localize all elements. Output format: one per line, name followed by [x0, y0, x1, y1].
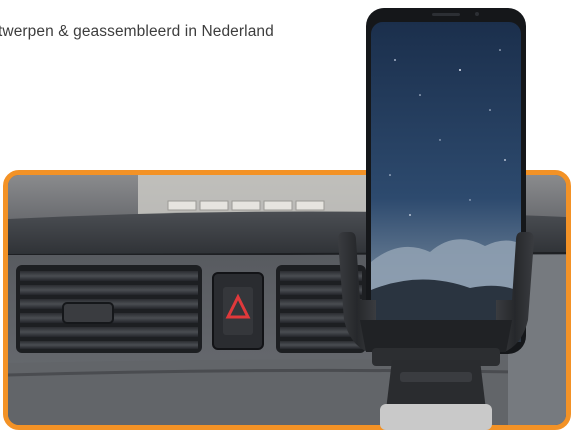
vent-knob [62, 302, 114, 324]
screen-button [231, 200, 261, 211]
phone-speaker [432, 13, 460, 16]
screen-button [167, 200, 197, 211]
phone-camera [475, 12, 479, 16]
screen-button [295, 200, 325, 211]
screen-button [263, 200, 293, 211]
hazard-button [212, 272, 264, 350]
left-air-vent [16, 265, 202, 353]
right-panel [508, 255, 566, 425]
dashboard-photo-frame [3, 170, 571, 430]
product-image-stage: twerpen & geassembleerd in Nederland [0, 0, 574, 435]
dashboard-brow [8, 211, 566, 255]
screen-button [199, 200, 229, 211]
dashboard-photo [8, 175, 566, 425]
tagline-text: twerpen & geassembleerd in Nederland [0, 23, 274, 40]
right-air-vent [276, 265, 366, 353]
